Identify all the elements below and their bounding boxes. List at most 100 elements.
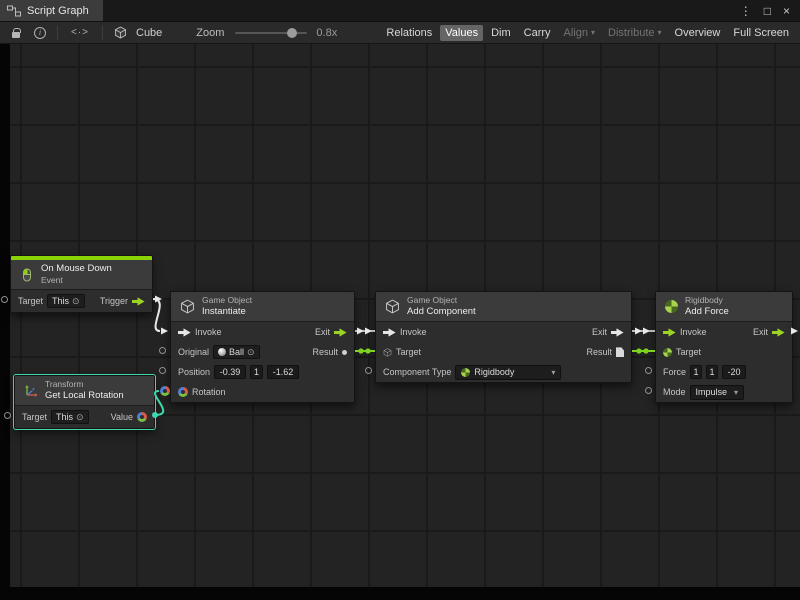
- tab-script-graph[interactable]: Script Graph: [0, 0, 103, 21]
- maximize-icon[interactable]: □: [764, 4, 771, 18]
- game-object-icon: [383, 348, 392, 357]
- node-row: Invoke Exit: [171, 322, 354, 342]
- mode-in-port[interactable]: [645, 387, 652, 394]
- node-get-local-rotation[interactable]: Transform Get Local Rotation Target This…: [14, 375, 155, 429]
- port-label-target: Target: [22, 412, 47, 422]
- port-label-invoke: Invoke: [400, 327, 427, 337]
- node-add-component[interactable]: Game Object Add Component Invoke Exit Ta…: [375, 291, 632, 383]
- node-row: Position -0.39 1 -1.62: [171, 362, 354, 382]
- node-subtitle: Event: [41, 275, 112, 286]
- rigidbody-icon: [665, 300, 678, 313]
- rotation-icon: [178, 387, 188, 397]
- port-label-force: Force: [663, 367, 686, 377]
- object-picker-icon: ⊙: [76, 413, 84, 422]
- node-row: Invoke Exit: [376, 322, 631, 342]
- target-object-picker[interactable]: This ⊙: [47, 294, 85, 308]
- node-on-mouse-down[interactable]: On Mouse Down Event Target This ⊙ Trigge…: [10, 255, 153, 313]
- graph-toolbar: i <·> Cube Zoom 0.8x Relations Values Di…: [0, 21, 800, 44]
- original-object-picker[interactable]: Ball ⊙: [213, 345, 260, 359]
- node-row: Invoke Exit: [656, 322, 792, 342]
- overview-button[interactable]: Overview: [670, 25, 726, 41]
- zoom-label: Zoom: [192, 27, 228, 39]
- canvas-bottom-edge: [0, 587, 800, 600]
- node-header[interactable]: Game Object Add Component: [376, 292, 631, 322]
- zoom-slider-knob[interactable]: [287, 28, 297, 38]
- rigidbody-icon: [461, 368, 470, 377]
- fullscreen-button[interactable]: Full Screen: [728, 25, 794, 41]
- code-view-button[interactable]: <·>: [63, 22, 97, 43]
- rotation-in-port[interactable]: [160, 386, 170, 396]
- rotation-value-out-port[interactable]: [137, 412, 147, 422]
- position-x-field[interactable]: -0.39: [214, 365, 246, 379]
- carry-button[interactable]: Carry: [519, 25, 556, 41]
- node-header[interactable]: Rigidbody Add Force: [656, 292, 792, 322]
- invoke-in-port[interactable]: [663, 328, 676, 337]
- port-label-result: Result: [586, 347, 612, 357]
- zoom-slider[interactable]: [235, 32, 307, 34]
- port-label-component-type: Component Type: [383, 367, 451, 377]
- node-title: Add Component: [407, 306, 476, 318]
- window-title: Script Graph: [27, 5, 89, 17]
- exit-out-port[interactable]: [334, 328, 347, 337]
- invoke-in-port[interactable]: [383, 328, 396, 337]
- node-row: Force 1 1 -20: [656, 362, 792, 382]
- graph-object-name[interactable]: Cube: [132, 27, 166, 39]
- node-title: Get Local Rotation: [45, 390, 124, 402]
- canvas-left-edge: [0, 44, 10, 600]
- node-instantiate[interactable]: Game Object Instantiate Invoke Exit Orig…: [170, 291, 355, 403]
- menu-icon[interactable]: ⋮: [740, 4, 752, 18]
- node-row: Target This ⊙ Value: [15, 406, 154, 428]
- node-title: Instantiate: [202, 306, 252, 318]
- port-label-position: Position: [178, 367, 210, 377]
- port-label-exit: Exit: [592, 327, 607, 337]
- dim-button[interactable]: Dim: [486, 25, 516, 41]
- lock-icon: [12, 32, 20, 38]
- node-add-force[interactable]: Rigidbody Add Force Invoke Exit Target F…: [655, 291, 793, 403]
- component-type-dropdown[interactable]: Rigidbody ▾: [455, 365, 561, 380]
- node-group: Game Object: [407, 295, 476, 306]
- node-header[interactable]: Transform Get Local Rotation: [15, 376, 154, 406]
- values-button[interactable]: Values: [440, 25, 483, 41]
- distribute-button[interactable]: Distribute▾: [603, 25, 666, 41]
- position-in-port[interactable]: [159, 367, 166, 374]
- node-row: Mode Impulse ▾: [656, 382, 792, 402]
- close-icon[interactable]: ×: [783, 4, 790, 18]
- code-icon: <·>: [71, 27, 89, 38]
- port-label-target: Target: [18, 296, 43, 306]
- node-title: Add Force: [685, 306, 729, 318]
- result-out-port[interactable]: [342, 350, 347, 355]
- invoke-in-port[interactable]: [178, 328, 191, 337]
- relations-button[interactable]: Relations: [381, 25, 437, 41]
- exit-out-port[interactable]: [772, 328, 785, 337]
- original-in-port[interactable]: [159, 347, 166, 354]
- force-x-field[interactable]: 1: [690, 365, 702, 379]
- node-title: On Mouse Down: [41, 263, 112, 275]
- node-header[interactable]: Game Object Instantiate: [171, 292, 354, 322]
- force-z-field[interactable]: -20: [722, 365, 746, 379]
- title-bar: Script Graph ⋮ □ ×: [0, 0, 800, 21]
- target-in-port[interactable]: [4, 412, 11, 419]
- component-result-icon[interactable]: [616, 347, 624, 357]
- port-label-invoke: Invoke: [195, 327, 222, 337]
- lock-button[interactable]: [4, 22, 28, 43]
- info-button[interactable]: i: [28, 22, 52, 43]
- port-label-target: Target: [396, 347, 421, 357]
- position-y-field[interactable]: 1: [250, 365, 263, 379]
- port-label-result: Result: [312, 347, 338, 357]
- target-object-picker[interactable]: This ⊙: [51, 410, 89, 424]
- port-label-invoke: Invoke: [680, 327, 707, 337]
- node-header[interactable]: On Mouse Down Event: [11, 260, 152, 290]
- force-in-port[interactable]: [645, 367, 652, 374]
- game-object-cube-icon: [385, 299, 400, 314]
- component-type-in-port[interactable]: [365, 367, 372, 374]
- exit-out-port[interactable]: [611, 328, 624, 337]
- position-z-field[interactable]: -1.62: [267, 365, 299, 379]
- transform-icon: [24, 384, 38, 398]
- rigidbody-target-icon: [663, 348, 672, 357]
- force-mode-dropdown[interactable]: Impulse ▾: [690, 385, 745, 400]
- force-y-field[interactable]: 1: [706, 365, 718, 379]
- align-button[interactable]: Align▾: [559, 25, 600, 41]
- target-in-port[interactable]: [1, 296, 8, 303]
- node-row: Original Ball ⊙ Result: [171, 342, 354, 362]
- trigger-out-port[interactable]: [132, 297, 145, 306]
